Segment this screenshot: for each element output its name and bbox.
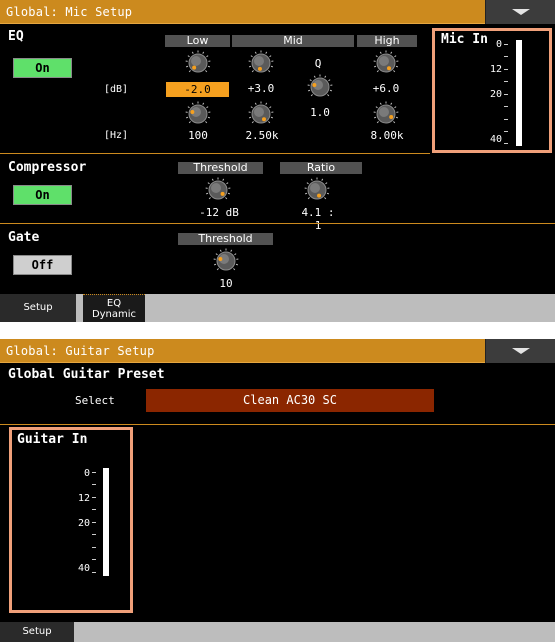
rotary-knob-icon xyxy=(205,177,231,200)
compressor-threshold-knob[interactable] xyxy=(205,177,231,203)
title-bar: Global: Guitar Setup xyxy=(0,339,555,363)
rotary-knob-icon xyxy=(185,101,211,124)
gate-threshold-header: Threshold xyxy=(178,233,273,245)
eq-section-title: EQ xyxy=(8,29,24,44)
eq-q-label: Q xyxy=(314,57,322,70)
guitar-meter-bar xyxy=(103,468,109,576)
rotary-knob-icon xyxy=(213,248,239,271)
rotary-knob-icon xyxy=(248,50,274,73)
eq-mid-q-knob[interactable] xyxy=(307,74,333,100)
eq-divider xyxy=(0,153,430,154)
hz-row-label: [Hz] xyxy=(104,130,129,141)
compressor-threshold-header: Threshold xyxy=(178,162,263,174)
guitar-setup-panel: Global: Guitar Setup Global Guitar Prese… xyxy=(0,339,555,642)
eq-high-header: High xyxy=(357,35,417,47)
gate-threshold-value: 10 xyxy=(219,277,233,290)
window-title: Global: Guitar Setup xyxy=(6,344,155,358)
eq-mid-header: Mid xyxy=(232,35,354,47)
tab-setup[interactable]: Setup xyxy=(0,622,74,642)
eq-low-freq-value: 100 xyxy=(188,129,208,142)
eq-low-gain-value[interactable]: -2.0 xyxy=(166,82,229,97)
eq-mid-freq-value: 2.50k xyxy=(245,129,279,142)
eq-high-gain-value: +6.0 xyxy=(372,82,400,95)
select-label: Select xyxy=(75,394,115,407)
guitar-meter-scale xyxy=(92,472,96,573)
tab-bar: Setup EQ Dynamic xyxy=(0,294,555,322)
preset-divider xyxy=(0,424,555,425)
gate-threshold-knob[interactable] xyxy=(213,248,239,274)
eq-low-freq-knob[interactable] xyxy=(185,101,211,127)
rotary-knob-icon xyxy=(373,50,399,73)
tab-eq-dynamic-line2: Dynamic xyxy=(91,309,137,320)
mic-meter-bar xyxy=(516,40,522,146)
guitar-meter-tick-20: 20 xyxy=(77,518,90,529)
eq-mid-q-value: 1.0 xyxy=(310,106,330,119)
preset-select[interactable]: Clean AC30 SC xyxy=(146,389,434,412)
eq-mid-freq-knob[interactable] xyxy=(248,101,274,127)
rotary-knob-icon xyxy=(248,101,274,124)
tab-eq-dynamic-line1: EQ xyxy=(106,298,122,309)
rotary-knob-icon xyxy=(304,177,330,200)
guitar-meter-tick-12: 12 xyxy=(77,493,90,504)
compressor-ratio-value: 4.1 : 1 xyxy=(301,206,335,232)
page-menu-button[interactable] xyxy=(485,339,555,363)
rotary-knob-icon xyxy=(307,74,333,97)
rotary-knob-icon xyxy=(185,50,211,73)
tab-eq-dynamic[interactable]: EQ Dynamic xyxy=(83,294,145,322)
mic-meter-scale xyxy=(504,44,508,144)
tab-setup[interactable]: Setup xyxy=(0,294,76,322)
rotary-knob-icon xyxy=(373,101,399,124)
window-title: Global: Mic Setup xyxy=(6,5,133,19)
eq-mid-gain-knob[interactable] xyxy=(248,50,274,76)
mic-meter-tick-40: 40 xyxy=(489,134,502,145)
mic-meter-tick-20: 20 xyxy=(489,89,502,100)
tab-bar: Setup xyxy=(0,622,555,642)
gate-off-toggle[interactable]: Off xyxy=(13,255,72,275)
eq-mid-gain-value: +3.0 xyxy=(247,82,275,95)
title-bar: Global: Mic Setup xyxy=(0,0,555,24)
guitar-preset-title: Global Guitar Preset xyxy=(8,367,165,382)
compressor-threshold-value: -12 dB xyxy=(199,206,239,219)
guitar-meter-tick-40: 40 xyxy=(77,563,90,574)
eq-on-toggle[interactable]: On xyxy=(13,58,72,78)
compressor-divider xyxy=(0,223,555,224)
page-menu-button[interactable] xyxy=(485,0,555,24)
mic-setup-panel: Global: Mic Setup EQ On Low Mid High Q [… xyxy=(0,0,555,322)
compressor-ratio-header: Ratio xyxy=(280,162,362,174)
eq-high-freq-value: 8.00k xyxy=(370,129,404,142)
db-row-label: [dB] xyxy=(104,84,129,95)
eq-high-gain-knob[interactable] xyxy=(373,50,399,76)
compressor-on-toggle[interactable]: On xyxy=(13,185,72,205)
guitar-in-title: Guitar In xyxy=(17,432,88,447)
mic-meter-tick-0: 0 xyxy=(495,39,502,50)
eq-high-freq-knob[interactable] xyxy=(373,101,399,127)
guitar-meter-tick-0: 0 xyxy=(83,468,90,479)
eq-low-header: Low xyxy=(165,35,230,47)
mic-meter-tick-12: 12 xyxy=(489,64,502,75)
eq-low-gain-knob[interactable] xyxy=(185,50,211,76)
compressor-section-title: Compressor xyxy=(8,160,87,175)
gate-section-title: Gate xyxy=(8,230,40,245)
compressor-ratio-knob[interactable] xyxy=(304,177,330,203)
